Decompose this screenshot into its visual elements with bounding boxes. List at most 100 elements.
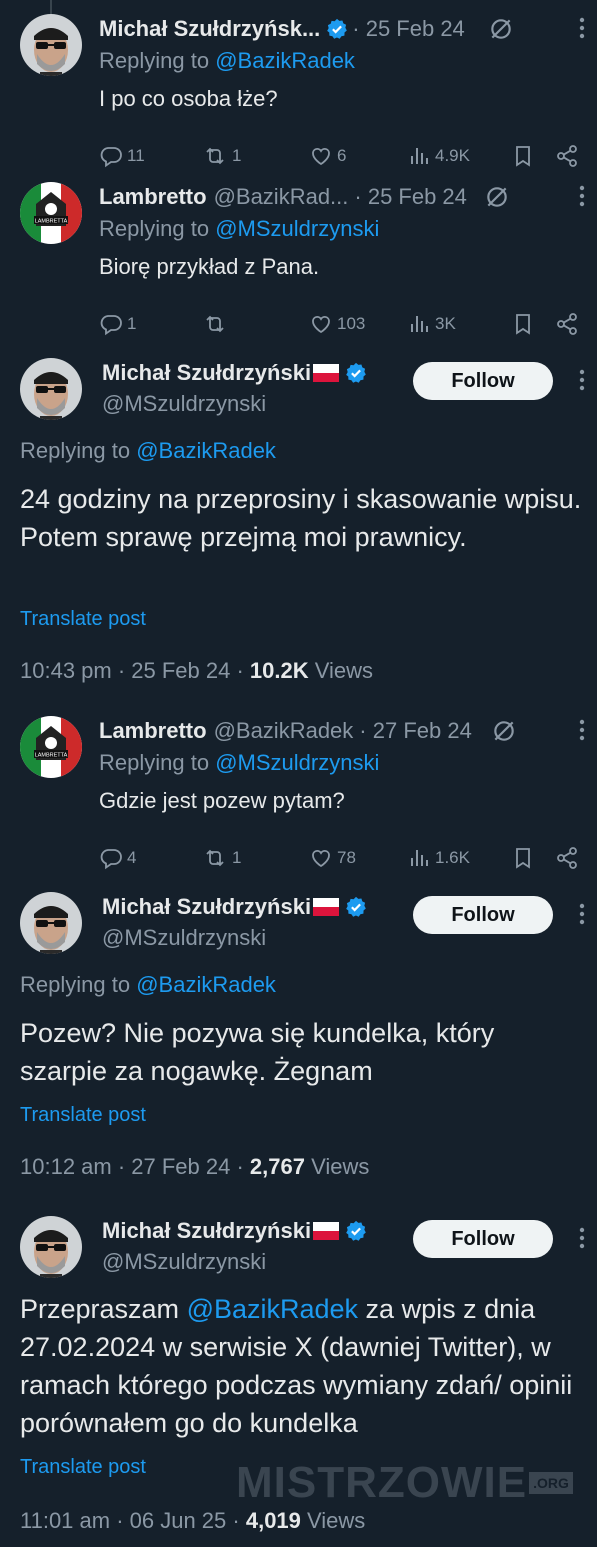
avatar[interactable] bbox=[20, 1216, 82, 1278]
like-count: 6 bbox=[337, 146, 347, 165]
verified-badge-icon bbox=[345, 362, 367, 384]
poland-flag-icon bbox=[313, 364, 339, 382]
views-button[interactable]: 4.9K bbox=[407, 142, 470, 170]
verified-badge-icon bbox=[326, 18, 348, 40]
like-button[interactable]: 6 bbox=[309, 142, 346, 170]
repost-icon bbox=[202, 144, 228, 168]
date[interactable]: · 25 Feb 24 bbox=[352, 16, 465, 42]
poland-flag-icon bbox=[313, 898, 339, 916]
more-icon[interactable] bbox=[579, 1226, 585, 1250]
reply-tweet[interactable]: Lambretto @BazikRad... · 25 Feb 24 Reply… bbox=[0, 182, 597, 332]
like-icon bbox=[309, 144, 333, 168]
reply-mention[interactable]: @MSzuldrzynski bbox=[215, 750, 379, 775]
date[interactable]: · 27 Feb 24 bbox=[359, 718, 472, 744]
grok-icon[interactable] bbox=[488, 16, 514, 42]
reply-count: 1 bbox=[127, 314, 137, 333]
translate-link[interactable]: Translate post bbox=[20, 1456, 146, 1479]
repost-count: 1 bbox=[232, 146, 242, 165]
author-name[interactable]: Michał Szułdrzyński bbox=[102, 894, 311, 920]
translate-link[interactable]: Translate post bbox=[20, 608, 146, 631]
avatar[interactable] bbox=[20, 182, 82, 244]
replying-label: Replying to bbox=[99, 750, 210, 775]
author-name[interactable]: Lambretto bbox=[99, 718, 207, 744]
replying-label: Replying to bbox=[20, 972, 131, 997]
date[interactable]: · 25 Feb 24 bbox=[354, 184, 467, 210]
views-button[interactable]: 3K bbox=[407, 310, 456, 338]
grok-icon[interactable] bbox=[491, 718, 517, 744]
author-name[interactable]: Lambretto bbox=[99, 184, 207, 210]
reply-mention[interactable]: @BazikRadek bbox=[136, 438, 276, 463]
timestamp[interactable]: 11:01 am · 06 Jun 25 · bbox=[20, 1508, 246, 1533]
author-name[interactable]: Michał Szułdrzyńsk... bbox=[99, 16, 320, 42]
like-icon bbox=[309, 312, 333, 336]
reply-mention[interactable]: @MSzuldrzynski bbox=[215, 216, 379, 241]
tweet-body: 24 godziny na przeprosiny i skasowanie w… bbox=[20, 484, 582, 552]
author-handle[interactable]: @BazikRad... bbox=[214, 184, 349, 210]
avatar[interactable] bbox=[20, 892, 82, 954]
author-name[interactable]: Michał Szułdrzyński bbox=[102, 360, 311, 386]
author-handle[interactable]: @BazikRadek bbox=[214, 718, 354, 744]
timestamp[interactable]: 10:12 am · 27 Feb 24 · bbox=[20, 1154, 250, 1179]
more-icon[interactable] bbox=[579, 184, 585, 208]
like-button[interactable]: 103 bbox=[309, 310, 365, 338]
views-count: 4.9K bbox=[435, 146, 470, 165]
share-button[interactable] bbox=[555, 310, 579, 338]
more-icon[interactable] bbox=[579, 902, 585, 926]
follow-button[interactable]: Follow bbox=[413, 896, 553, 934]
grok-icon[interactable] bbox=[484, 184, 510, 210]
reply-mention[interactable]: @BazikRadek bbox=[136, 972, 276, 997]
follow-button[interactable]: Follow bbox=[413, 362, 553, 400]
avatar[interactable] bbox=[20, 14, 82, 76]
tweet-text: Biorę przykład z Pana. bbox=[99, 254, 320, 279]
tweet-text: Gdzie jest pozew pytam? bbox=[99, 788, 345, 813]
follow-button[interactable]: Follow bbox=[413, 1220, 553, 1258]
body-mention[interactable]: @BazikRadek bbox=[187, 1294, 358, 1324]
more-icon[interactable] bbox=[579, 16, 585, 40]
translate-link[interactable]: Translate post bbox=[20, 1104, 146, 1127]
author-name[interactable]: Michał Szułdrzyński bbox=[102, 1218, 311, 1244]
tweet-body: Pozew? Nie pozywa się kundelka, który sz… bbox=[20, 1018, 495, 1086]
share-button[interactable] bbox=[555, 844, 579, 872]
repost-button[interactable] bbox=[202, 310, 232, 338]
views-icon bbox=[407, 846, 431, 870]
tweet-meta: 10:12 am · 27 Feb 24 · 2,767 Views bbox=[20, 1154, 369, 1180]
like-button[interactable]: 78 bbox=[309, 844, 356, 872]
author-handle[interactable]: @MSzuldrzynski bbox=[102, 925, 266, 951]
body-text: Przepraszam bbox=[20, 1294, 187, 1324]
author-handle[interactable]: @MSzuldrzynski bbox=[102, 391, 266, 417]
bookmark-button[interactable] bbox=[511, 142, 535, 170]
repost-count: 1 bbox=[232, 848, 242, 867]
replying-label: Replying to bbox=[99, 216, 210, 241]
reply-button[interactable]: 1 bbox=[99, 310, 136, 338]
more-icon[interactable] bbox=[579, 368, 585, 392]
tweet-meta: 10:43 pm · 25 Feb 24 · 10.2K Views bbox=[20, 658, 373, 684]
bookmark-icon bbox=[511, 312, 535, 336]
bookmark-button[interactable] bbox=[511, 310, 535, 338]
more-icon[interactable] bbox=[579, 718, 585, 742]
views-count: 2,767 bbox=[249, 1154, 305, 1179]
reply-tweet[interactable]: Lambretto @BazikRadek · 27 Feb 24 Replyi… bbox=[0, 716, 597, 866]
avatar[interactable] bbox=[20, 358, 82, 420]
bookmark-button[interactable] bbox=[511, 844, 535, 872]
reply-tweet[interactable]: Michał Szułdrzyńsk... · 25 Feb 24 Replyi… bbox=[0, 14, 597, 164]
reply-button[interactable]: 11 bbox=[99, 142, 145, 170]
repost-button[interactable]: 1 bbox=[202, 844, 241, 872]
repost-button[interactable]: 1 bbox=[202, 142, 241, 170]
avatar[interactable] bbox=[20, 716, 82, 778]
repost-icon bbox=[202, 846, 228, 870]
views-count: 3K bbox=[435, 314, 456, 333]
verified-badge-icon bbox=[345, 896, 367, 918]
tweet-body: Przepraszam @BazikRadek za wpis z dnia 2… bbox=[20, 1290, 585, 1442]
views-icon bbox=[407, 144, 431, 168]
replying-label: Replying to bbox=[99, 48, 210, 73]
reply-count: 11 bbox=[127, 146, 145, 165]
author-handle[interactable]: @MSzuldrzynski bbox=[102, 1249, 266, 1275]
share-icon bbox=[555, 144, 579, 168]
share-button[interactable] bbox=[555, 142, 579, 170]
reply-button[interactable]: 4 bbox=[99, 844, 136, 872]
views-button[interactable]: 1.6K bbox=[407, 844, 470, 872]
timestamp[interactable]: 10:43 pm · 25 Feb 24 · bbox=[20, 658, 250, 683]
reply-mention[interactable]: @BazikRadek bbox=[215, 48, 355, 73]
focused-tweet: Michał Szułdrzyński @MSzuldrzynski Follo… bbox=[0, 892, 597, 1188]
reply-icon bbox=[99, 846, 123, 870]
